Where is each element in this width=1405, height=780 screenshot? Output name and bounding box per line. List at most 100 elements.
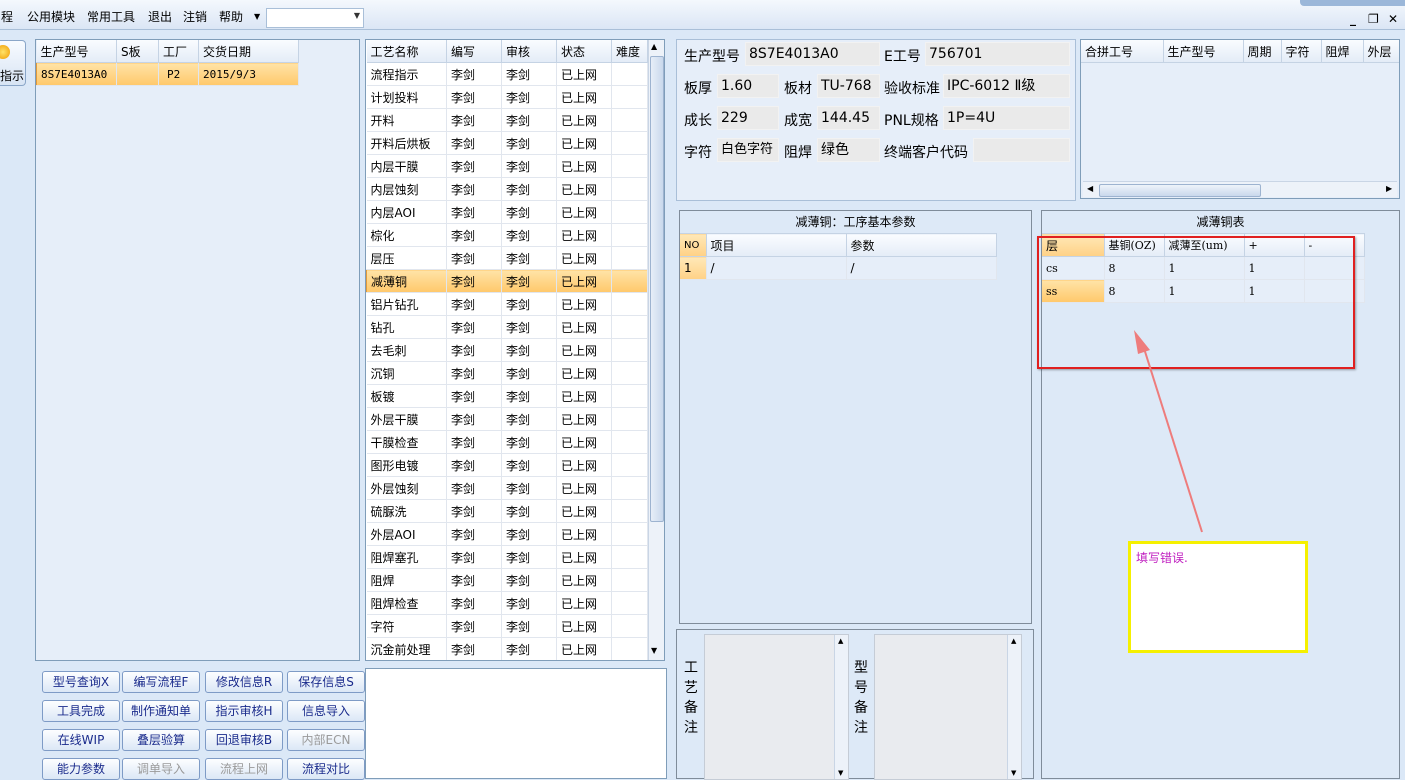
- author-cell[interactable]: 李剑: [446, 338, 502, 362]
- author-cell[interactable]: 李剑: [446, 108, 502, 132]
- column-header[interactable]: 状态: [556, 40, 612, 63]
- process-name-cell[interactable]: 外层干膜: [366, 407, 447, 431]
- author-cell[interactable]: 李剑: [446, 223, 502, 247]
- instruction-shortcut-button[interactable]: 指示: [0, 40, 26, 86]
- process-name-cell[interactable]: 外层AOI: [366, 522, 447, 546]
- author-cell[interactable]: 李剑: [446, 591, 502, 615]
- e-number-field[interactable]: 756701: [925, 42, 1070, 66]
- reviewer-cell[interactable]: 李剑: [501, 614, 557, 638]
- column-header[interactable]: 难度: [611, 40, 648, 63]
- process-name-cell[interactable]: 开料: [366, 108, 447, 132]
- status-cell[interactable]: 已上网: [556, 85, 612, 109]
- reviewer-cell[interactable]: 李剑: [501, 637, 557, 660]
- table-row[interactable]: 外层蚀刻 李剑 李剑 已上网: [366, 476, 648, 500]
- author-cell[interactable]: 李剑: [446, 315, 502, 339]
- status-cell[interactable]: 已上网: [556, 453, 612, 477]
- column-header[interactable]: 项目: [706, 233, 847, 257]
- author-cell[interactable]: 李剑: [446, 545, 502, 569]
- reviewer-cell[interactable]: 李剑: [501, 338, 557, 362]
- combine-hscrollbar[interactable]: ◀ ▶: [1083, 181, 1397, 197]
- table-row[interactable]: 干膜检查 李剑 李剑 已上网: [366, 430, 648, 454]
- menu-item-logout[interactable]: 注销: [183, 8, 207, 25]
- process-name-cell[interactable]: 内层干膜: [366, 154, 447, 178]
- minimize-icon[interactable]: _: [1350, 12, 1356, 26]
- thickness-field[interactable]: 1.60: [717, 74, 779, 98]
- solder-mask-field[interactable]: 绿色: [817, 138, 880, 162]
- table-row[interactable]: 层压 李剑 李剑 已上网: [366, 246, 648, 270]
- chevron-down-icon[interactable]: ▼: [354, 11, 360, 20]
- action-button[interactable]: 保存信息S: [287, 671, 365, 693]
- column-header[interactable]: 生产型号: [36, 40, 117, 63]
- author-cell[interactable]: 李剑: [446, 568, 502, 592]
- status-cell[interactable]: 已上网: [556, 361, 612, 385]
- table-row[interactable]: 外层干膜 李剑 李剑 已上网: [366, 407, 648, 431]
- status-cell[interactable]: 已上网: [556, 384, 612, 408]
- difficulty-cell[interactable]: [611, 545, 648, 569]
- difficulty-cell[interactable]: [611, 384, 648, 408]
- column-header[interactable]: 字符: [1281, 40, 1322, 63]
- status-cell[interactable]: 已上网: [556, 200, 612, 224]
- column-header[interactable]: 生产型号: [1163, 40, 1244, 63]
- table-row[interactable]: 硫脲洗 李剑 李剑 已上网: [366, 499, 648, 523]
- reviewer-cell[interactable]: 李剑: [501, 223, 557, 247]
- process-name-cell[interactable]: 沉金前处理: [366, 637, 447, 660]
- param-cell[interactable]: /: [846, 256, 997, 280]
- process-name-cell[interactable]: 棕化: [366, 223, 447, 247]
- process-name-cell[interactable]: 图形电镀: [366, 453, 447, 477]
- action-button[interactable]: 指示审核H: [205, 700, 283, 722]
- action-button[interactable]: 内部ECN: [287, 729, 365, 751]
- customer-code-field[interactable]: [973, 138, 1070, 162]
- table-row[interactable]: 阻焊检查 李剑 李剑 已上网: [366, 591, 648, 615]
- status-cell[interactable]: 已上网: [556, 62, 612, 86]
- difficulty-cell[interactable]: [611, 223, 648, 247]
- author-cell[interactable]: 李剑: [446, 246, 502, 270]
- difficulty-cell[interactable]: [611, 568, 648, 592]
- author-cell[interactable]: 李剑: [446, 177, 502, 201]
- status-cell[interactable]: 已上网: [556, 131, 612, 155]
- author-cell[interactable]: 李剑: [446, 614, 502, 638]
- column-header[interactable]: 交货日期: [198, 40, 299, 63]
- menu-item-public-modules[interactable]: 公用模块: [27, 8, 75, 25]
- reviewer-cell[interactable]: 李剑: [501, 315, 557, 339]
- model-field[interactable]: 8S7E4013A0: [745, 42, 880, 66]
- process-name-cell[interactable]: 开料后烘板: [366, 131, 447, 155]
- column-header[interactable]: 参数: [846, 233, 997, 257]
- process-name-cell[interactable]: 计划投料: [366, 85, 447, 109]
- table-row[interactable]: 1 / /: [680, 256, 997, 280]
- process-name-cell[interactable]: 干膜检查: [366, 430, 447, 454]
- process-name-cell[interactable]: 字符: [366, 614, 447, 638]
- scrollbar-thumb[interactable]: [650, 56, 664, 522]
- difficulty-cell[interactable]: [611, 246, 648, 270]
- reviewer-cell[interactable]: 李剑: [501, 568, 557, 592]
- row-number-cell[interactable]: 1: [680, 256, 707, 280]
- author-cell[interactable]: 李剑: [446, 200, 502, 224]
- reviewer-cell[interactable]: 李剑: [501, 269, 557, 293]
- close-icon[interactable]: ✕: [1388, 12, 1398, 26]
- status-cell[interactable]: 已上网: [556, 591, 612, 615]
- width-field[interactable]: 144.45: [817, 106, 880, 130]
- table-row[interactable]: 沉铜 李剑 李剑 已上网: [366, 361, 648, 385]
- difficulty-cell[interactable]: [611, 85, 648, 109]
- column-header[interactable]: 阻焊: [1321, 40, 1364, 63]
- table-row[interactable]: 内层AOI 李剑 李剑 已上网: [366, 200, 648, 224]
- length-field[interactable]: 229: [717, 106, 779, 130]
- column-header[interactable]: 合拼工号: [1081, 40, 1164, 63]
- pnl-field[interactable]: 1P=4U: [943, 106, 1070, 130]
- reviewer-cell[interactable]: 李剑: [501, 108, 557, 132]
- process-name-cell[interactable]: 阻焊检查: [366, 591, 447, 615]
- material-field[interactable]: TU-768: [817, 74, 880, 98]
- status-cell[interactable]: 已上网: [556, 476, 612, 500]
- author-cell[interactable]: 李剑: [446, 476, 502, 500]
- column-header[interactable]: 周期: [1243, 40, 1282, 63]
- table-row[interactable]: 减薄铜 李剑 李剑 已上网: [366, 269, 648, 293]
- table-row[interactable]: 字符 李剑 李剑 已上网: [366, 614, 648, 638]
- status-cell[interactable]: 已上网: [556, 430, 612, 454]
- process-name-cell[interactable]: 阻焊塞孔: [366, 545, 447, 569]
- author-cell[interactable]: 李剑: [446, 361, 502, 385]
- action-button[interactable]: 制作通知单: [122, 700, 200, 722]
- status-cell[interactable]: 已上网: [556, 568, 612, 592]
- difficulty-cell[interactable]: [611, 338, 648, 362]
- difficulty-cell[interactable]: [611, 614, 648, 638]
- author-cell[interactable]: 李剑: [446, 131, 502, 155]
- toolbar-combo[interactable]: ▼: [266, 8, 364, 28]
